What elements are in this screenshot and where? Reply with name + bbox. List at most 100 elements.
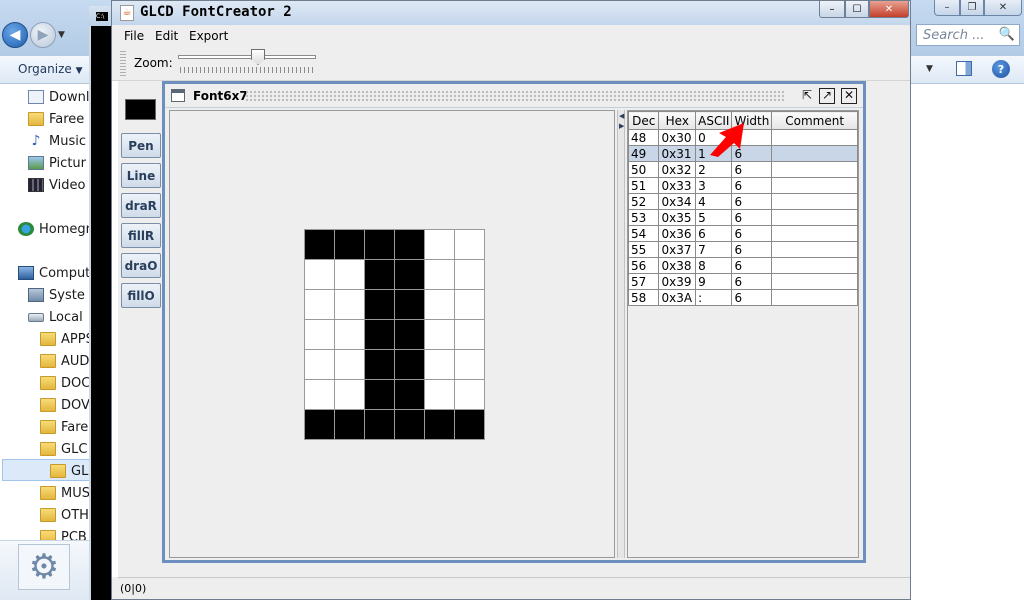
glyph-pixel[interactable] [305,350,335,380]
glyph-pixel[interactable] [455,350,485,380]
cell-width[interactable]: 6 [731,161,773,178]
cell-dec[interactable]: 53 [627,209,660,226]
toolbar-grip[interactable] [120,51,126,77]
nav-item[interactable]: GL [50,460,88,482]
nav-item[interactable]: OTH [40,504,89,526]
glyph-pixel[interactable] [365,410,395,440]
back-arrow-icon[interactable]: ◀ [2,22,28,48]
fill-oval-tool-button[interactable]: fillO [121,283,161,308]
split-pane-divider[interactable]: ◀ ▶ [617,110,625,558]
menu-export[interactable]: Export [189,29,228,43]
glyph-pixel[interactable] [305,380,335,410]
cell-hex[interactable]: 0x3A [658,289,697,306]
glyph-pixel[interactable] [335,260,365,290]
cell-width[interactable]: 6 [731,257,773,274]
cell-dec[interactable]: 55 [627,241,660,258]
glyph-pixel[interactable] [455,320,485,350]
minimize-button[interactable]: – [819,1,845,18]
nav-item[interactable]: ♪ Music [28,130,86,152]
cell-hex[interactable]: 0x33 [658,177,697,194]
cell-width[interactable]: 6 [731,193,773,210]
column-header-hex[interactable]: Hex [658,111,697,130]
glyph-editor-canvas[interactable] [169,110,615,558]
close-button[interactable]: ✕ [869,1,909,18]
glyph-pixel[interactable] [395,230,425,260]
cell-comment[interactable] [771,241,858,258]
cell-ascii[interactable]: 6 [695,225,733,242]
glyph-pixel[interactable] [305,260,335,290]
nav-item[interactable]: APPS [40,328,94,350]
glyph-pixel[interactable] [425,230,455,260]
glyph-pixel[interactable] [305,290,335,320]
color-swatch[interactable] [125,99,156,120]
app-titlebar[interactable]: ☕ GLCD FontCreator 2 [112,1,910,25]
help-icon[interactable]: ? [992,60,1010,78]
cell-comment[interactable] [771,161,858,178]
column-header-dec[interactable]: Dec [627,111,660,130]
forward-arrow-icon[interactable]: ▶ [30,22,56,48]
pen-tool-button[interactable]: Pen [121,133,161,158]
glyph-pixel[interactable] [395,410,425,440]
glyph-pixel[interactable] [365,380,395,410]
cell-comment[interactable] [771,145,858,162]
cell-ascii[interactable]: : [695,289,733,306]
glyph-pixel[interactable] [305,230,335,260]
nav-item[interactable]: Downl [28,86,89,108]
preview-pane-icon[interactable] [956,61,972,76]
table-row[interactable]: 56 0x38 8 6 [627,257,858,274]
frame-close-icon[interactable]: ✕ [841,88,857,104]
table-row[interactable]: 51 0x33 3 6 [627,177,858,194]
cell-dec[interactable]: 58 [627,289,660,306]
cell-ascii[interactable]: 2 [695,161,733,178]
glyph-pixel[interactable] [365,230,395,260]
cell-dec[interactable]: 48 [627,129,660,146]
cell-width[interactable]: 6 [731,209,773,226]
collapse-right-arrow-icon[interactable]: ▶ [619,122,624,130]
view-options-chevron-icon[interactable]: ▼ [926,64,933,74]
glyph-pixel[interactable] [335,410,365,440]
glyph-pixel[interactable] [395,320,425,350]
frame-maximize-icon[interactable]: ↗ [819,88,835,104]
nav-item[interactable]: Video [28,174,85,196]
line-tool-button[interactable]: Line [121,163,161,188]
cell-comment[interactable] [771,193,858,210]
cell-comment[interactable] [771,257,858,274]
glyph-pixel[interactable] [305,320,335,350]
nav-item[interactable]: Homegr [18,218,91,240]
organize-menu-button[interactable]: Organize ▼ [18,62,83,76]
cell-hex[interactable]: 0x38 [658,257,697,274]
glyph-pixel[interactable] [395,380,425,410]
glyph-pixel[interactable] [425,260,455,290]
cell-hex[interactable]: 0x37 [658,241,697,258]
glyph-pixel[interactable] [335,230,365,260]
cell-dec[interactable]: 51 [627,177,660,194]
nav-item[interactable]: Local [28,306,83,328]
glyph-pixel[interactable] [455,230,485,260]
menu-file[interactable]: File [124,29,144,43]
cell-dec[interactable]: 49 [627,145,660,162]
recent-pages-dropdown-icon[interactable]: ▼ [58,30,65,40]
nav-item[interactable]: MUS [40,482,90,504]
glyph-pixel-grid[interactable] [304,229,485,440]
nav-item[interactable]: DOV [40,394,90,416]
glyph-pixel[interactable] [455,260,485,290]
glyph-pixel[interactable] [365,260,395,290]
table-row[interactable]: 57 0x39 9 6 [627,273,858,290]
glyph-pixel[interactable] [335,350,365,380]
glyph-pixel[interactable] [365,290,395,320]
explorer-minimize-button[interactable]: – [934,0,960,16]
cell-hex[interactable]: 0x31 [658,145,697,162]
cell-ascii[interactable]: 9 [695,273,733,290]
cell-dec[interactable]: 54 [627,225,660,242]
cell-hex[interactable]: 0x35 [658,209,697,226]
column-header-comment[interactable]: Comment [771,111,858,130]
cell-width[interactable]: 6 [731,177,773,194]
glyph-pixel[interactable] [425,380,455,410]
cell-width[interactable]: 6 [731,241,773,258]
glyph-pixel[interactable] [335,320,365,350]
glyph-pixel[interactable] [455,410,485,440]
glyph-pixel[interactable] [455,380,485,410]
cell-ascii[interactable]: 8 [695,257,733,274]
cell-dec[interactable]: 56 [627,257,660,274]
cell-width[interactable]: 6 [731,225,773,242]
